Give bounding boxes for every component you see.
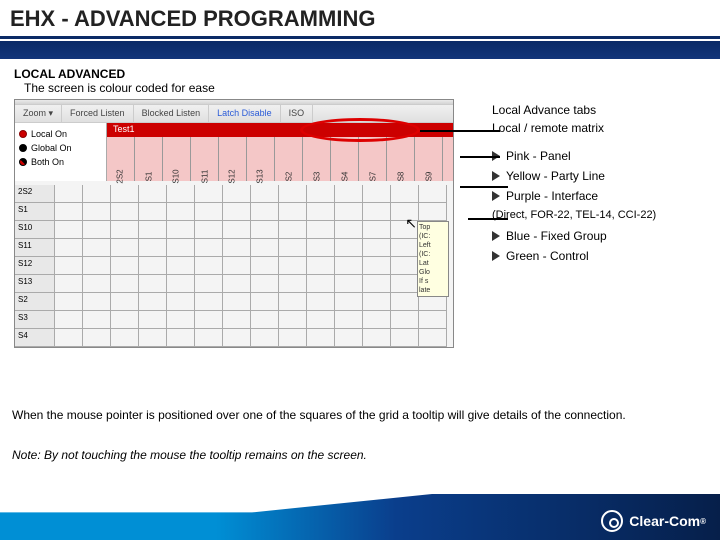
legend-global: Global On — [19, 143, 102, 153]
bottom-text: When the mouse pointer is positioned ove… — [12, 408, 708, 422]
row-label: S10 — [15, 221, 55, 239]
left-column: LOCAL ADVANCED The screen is colour code… — [14, 63, 484, 348]
row-label: S3 — [15, 311, 55, 329]
row-labels: 2S2 S1 S10 S11 S12 S13 S2 S3 S4 — [15, 185, 55, 347]
col-head: S4 — [331, 137, 359, 181]
dot-red-icon — [19, 130, 27, 138]
connector-line — [460, 156, 500, 158]
tooltip: Top (IC: Left (IC: Lat Glo If s late — [417, 221, 449, 297]
annot-green-label: Green - Control — [506, 249, 589, 263]
legend-both: Both On — [19, 157, 102, 167]
annot-matrix: Local / remote matrix — [492, 121, 710, 135]
row-label: S12 — [15, 257, 55, 275]
tab-zoom[interactable]: Zoom ▾ — [15, 105, 62, 122]
annot-pink: Pink - Panel — [492, 149, 710, 163]
col-head: S2 — [275, 137, 303, 181]
legend-global-label: Global On — [31, 143, 72, 153]
col-head: 2S2 — [107, 137, 135, 181]
triangle-icon — [492, 171, 500, 181]
tab-blocked-listen[interactable]: Blocked Listen — [134, 105, 210, 122]
annot-yellow: Yellow - Party Line — [492, 169, 710, 183]
annot-purple: Purple - Interface — [492, 189, 710, 203]
dot-both-icon — [19, 158, 27, 166]
connector-line — [460, 186, 508, 188]
col-head: S12 — [219, 137, 247, 181]
row-label: S4 — [15, 329, 55, 347]
triangle-icon — [492, 191, 500, 201]
row-label: S13 — [15, 275, 55, 293]
row-label: S2 — [15, 293, 55, 311]
cursor-icon: ↖ — [405, 215, 417, 232]
col-head: S3 — [303, 137, 331, 181]
column-headers: 2S2 S1 S10 S11 S12 S13 S2 S3 S4 S7 S8 S9 — [107, 137, 453, 181]
grid-cells: ↖ Top (IC: Left (IC: Lat Glo If s late — [55, 185, 447, 347]
col-head: S8 — [387, 137, 415, 181]
col-head: S7 — [359, 137, 387, 181]
legend-local-label: Local On — [31, 129, 67, 139]
row-label: 2S2 — [15, 185, 55, 203]
annot-purple-label: Purple - Interface — [506, 189, 598, 203]
lower-grid: 2S2 S1 S10 S11 S12 S13 S2 S3 S4 — [15, 185, 453, 347]
header-strip — [0, 41, 720, 59]
tab-iso[interactable]: ISO — [281, 105, 314, 122]
title-bar: EHX - ADVANCED PROGRAMMING — [0, 0, 720, 39]
row-label: S11 — [15, 239, 55, 257]
bottom-line1: When the mouse pointer is positioned ove… — [12, 408, 708, 422]
test-label: Test1 — [109, 123, 139, 137]
connector-line — [420, 130, 500, 132]
annot-blue-label: Blue - Fixed Group — [506, 229, 607, 243]
connector-line — [468, 218, 508, 220]
annot-tabs: Local Advance tabs — [492, 103, 710, 117]
col-head: S1 — [135, 137, 163, 181]
logo: Clear-Com ® — [601, 510, 706, 532]
annot-blue: Blue - Fixed Group — [492, 229, 710, 243]
annot-yellow-label: Yellow - Party Line — [506, 169, 605, 183]
section-heading: LOCAL ADVANCED — [14, 67, 484, 81]
bottom-note: Note: By not touching the mouse the tool… — [12, 448, 708, 462]
section-desc: The screen is colour coded for ease — [24, 81, 484, 95]
legend-both-label: Both On — [31, 157, 64, 167]
logo-icon — [601, 510, 623, 532]
annot-purple-sub: (Direct, FOR-22, TEL-14, CCI-22) — [492, 209, 710, 221]
col-head: S9 — [415, 137, 443, 181]
row-label: S1 — [15, 203, 55, 221]
content-area: LOCAL ADVANCED The screen is colour code… — [0, 59, 720, 348]
tab-latch-disable[interactable]: Latch Disable — [209, 105, 281, 122]
callout-oval-tabs — [300, 118, 420, 142]
triangle-icon — [492, 251, 500, 261]
logo-reg: ® — [700, 517, 706, 526]
legend-local: Local On — [19, 129, 102, 139]
page-title: EHX - ADVANCED PROGRAMMING — [10, 6, 710, 32]
annot-green: Green - Control — [492, 249, 710, 263]
col-head: S10 — [163, 137, 191, 181]
tab-forced-listen[interactable]: Forced Listen — [62, 105, 134, 122]
annot-pink-label: Pink - Panel — [506, 149, 571, 163]
logo-text: Clear-Com — [629, 513, 700, 529]
col-head: S11 — [191, 137, 219, 181]
legend-box: Local On Global On Both On — [15, 123, 107, 181]
dot-black-icon — [19, 144, 27, 152]
triangle-icon — [492, 231, 500, 241]
col-head: S13 — [247, 137, 275, 181]
right-column: Local Advance tabs Local / remote matrix… — [484, 63, 710, 348]
